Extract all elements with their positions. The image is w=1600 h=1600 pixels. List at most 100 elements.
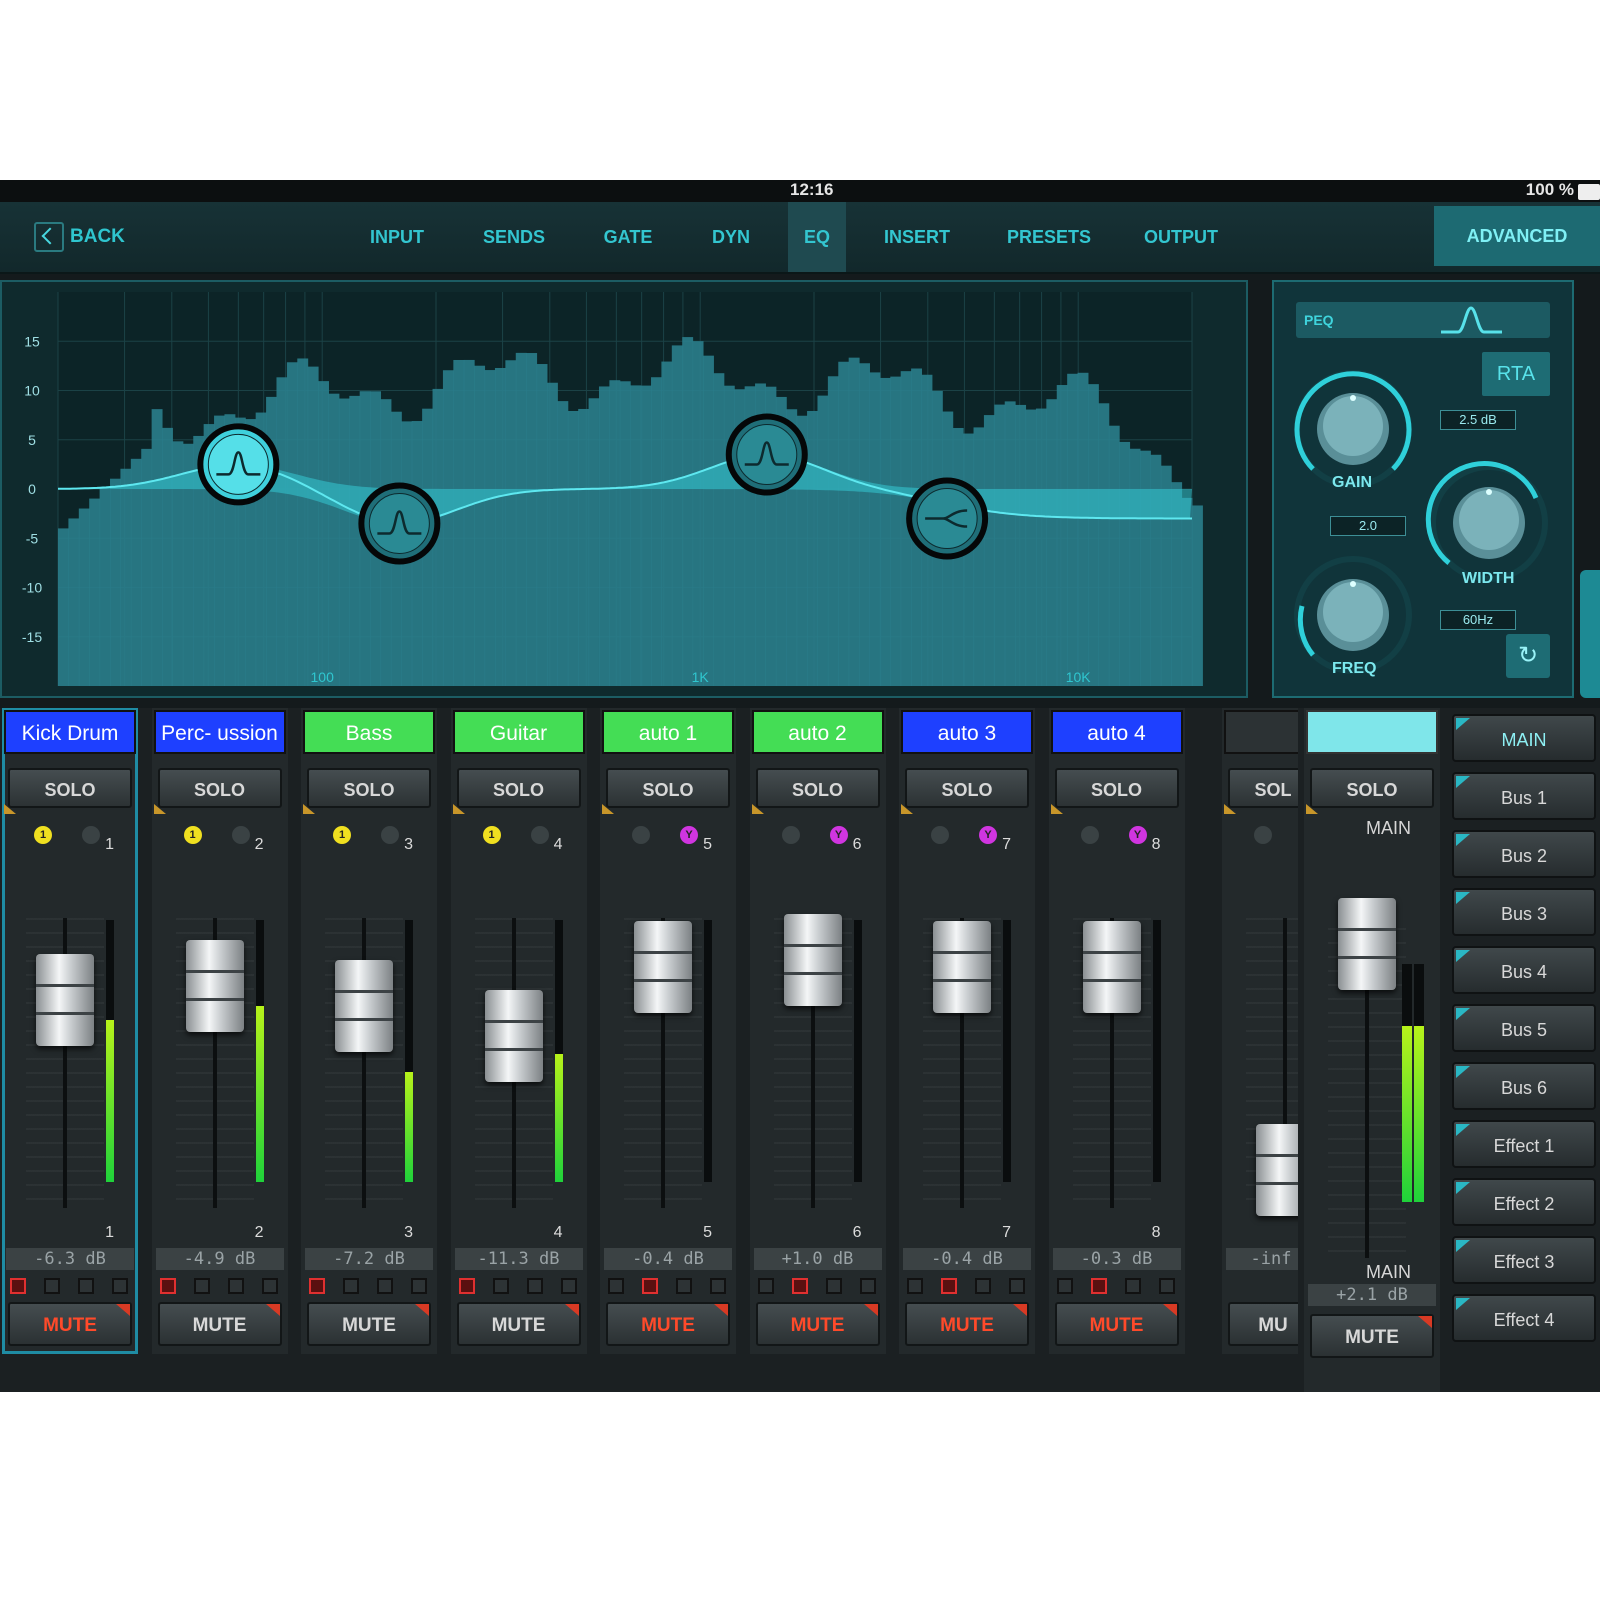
assign-square[interactable] — [343, 1278, 359, 1294]
reset-button[interactable]: ↻ — [1506, 634, 1550, 678]
width-knob[interactable] — [1424, 458, 1554, 588]
bus-button-effect-2[interactable]: Effect 2 — [1452, 1178, 1596, 1226]
assign-square[interactable] — [1158, 1278, 1175, 1294]
fader-cap[interactable] — [484, 990, 543, 1082]
bus-button-effect-4[interactable]: Effect 4 — [1452, 1294, 1596, 1342]
tab-gate[interactable]: GATE — [588, 202, 668, 272]
bus-button-effect-3[interactable]: Effect 3 — [1452, 1236, 1596, 1284]
tab-insert[interactable]: INSERT — [870, 202, 964, 272]
mute-button[interactable]: MUTE — [157, 1302, 282, 1346]
assign-square[interactable] — [1124, 1278, 1141, 1294]
assign-dot[interactable] — [632, 826, 650, 844]
assign-dot-active[interactable]: Y — [1128, 826, 1147, 844]
channel-strip-3[interactable]: Bass SOLO 1 3 3 -7.2 dB MUTE — [301, 708, 437, 1354]
channel-name-button[interactable]: Kick Drum — [4, 710, 136, 754]
fader-track[interactable] — [1228, 858, 1298, 1248]
channel-strip-4[interactable]: Guitar SOLO 1 4 4 -11.3 dB MUTE — [450, 708, 587, 1354]
solo-button[interactable]: SOLO — [606, 768, 730, 808]
fader-cap[interactable] — [1082, 921, 1141, 1013]
fader-track[interactable] — [158, 858, 282, 1248]
assign-dot[interactable] — [82, 826, 100, 844]
freq-value[interactable]: 60Hz — [1440, 610, 1516, 630]
channel-strip-6[interactable]: auto 2 SOLO Y 6 6 +1.0 dB MUTE — [749, 708, 886, 1354]
channel-strip-partial[interactable]: SOL -inf MU — [1222, 708, 1298, 1354]
solo-button[interactable]: SOL — [1228, 768, 1298, 808]
fader-track[interactable] — [1055, 858, 1179, 1248]
solo-button[interactable]: SOLO — [157, 768, 282, 808]
channel-name-button[interactable]: Guitar — [452, 710, 585, 754]
assign-square[interactable] — [193, 1278, 210, 1294]
tab-output[interactable]: OUTPUT — [1130, 202, 1232, 272]
bus-button-bus-5[interactable]: Bus 5 — [1452, 1004, 1596, 1052]
mute-button[interactable]: MU — [1228, 1302, 1298, 1346]
rta-button[interactable]: RTA — [1482, 352, 1550, 396]
channel-name-button[interactable]: auto 2 — [751, 710, 884, 754]
channel-strip-8[interactable]: auto 4 SOLO Y 8 8 -0.3 dB MUTE — [1048, 708, 1185, 1354]
assign-square[interactable] — [458, 1278, 475, 1294]
eq-band-node[interactable] — [725, 413, 808, 496]
tab-sends[interactable]: SENDS — [468, 202, 560, 272]
eq-graph-svg[interactable]: 15 10 5 0 -5 -10 -15 100 1K 10K — [2, 282, 1246, 696]
assign-square[interactable] — [159, 1278, 176, 1294]
main-strip[interactable]: SOLO MAIN MAIN +2.1 dB MUTE — [1304, 708, 1440, 1392]
assign-square[interactable] — [1009, 1278, 1025, 1294]
assign-dot[interactable] — [1080, 826, 1099, 844]
assign-square[interactable] — [941, 1278, 957, 1294]
assign-dot[interactable] — [231, 826, 250, 844]
solo-button[interactable]: SOLO — [8, 768, 132, 808]
channel-name-button[interactable]: auto 3 — [901, 710, 1033, 754]
main-fader-track[interactable] — [1310, 868, 1434, 1288]
assign-square[interactable] — [560, 1278, 577, 1294]
fader-cap[interactable] — [335, 960, 393, 1052]
bus-button-bus-1[interactable]: Bus 1 — [1452, 772, 1596, 820]
channel-name-button[interactable]: Bass — [303, 710, 435, 754]
fader-cap[interactable] — [634, 921, 692, 1013]
mute-button[interactable]: MUTE — [905, 1302, 1029, 1346]
assign-square[interactable] — [309, 1278, 325, 1294]
main-name-button[interactable] — [1306, 710, 1438, 754]
assign-dot-active[interactable]: 1 — [183, 826, 202, 844]
fader-track[interactable] — [756, 858, 880, 1248]
fader-cap[interactable] — [185, 940, 244, 1032]
assign-square[interactable] — [377, 1278, 393, 1294]
eq-band-node[interactable] — [358, 482, 441, 565]
channel-name-button[interactable] — [1224, 710, 1298, 754]
tab-dyn[interactable]: DYN — [696, 202, 766, 272]
eq-mode-selector[interactable]: PEQ — [1296, 302, 1550, 338]
fader-cap[interactable] — [36, 954, 94, 1046]
solo-button[interactable]: SOLO — [307, 768, 431, 808]
solo-button[interactable]: SOLO — [456, 768, 581, 808]
channel-name-button[interactable]: Perc- ussion — [153, 710, 286, 754]
width-value[interactable]: 2.0 — [1330, 516, 1406, 536]
side-drawer-handle[interactable] — [1580, 570, 1600, 698]
assign-square[interactable] — [642, 1278, 658, 1294]
solo-button[interactable]: SOLO — [905, 768, 1029, 808]
eq-graph[interactable]: 15 10 5 0 -5 -10 -15 100 1K 10K — [0, 280, 1248, 698]
back-button[interactable]: BACK — [34, 222, 125, 252]
channel-name-button[interactable]: auto 4 — [1050, 710, 1183, 754]
channel-strip-2[interactable]: Perc- ussion SOLO 1 2 2 -4.9 dB MUTE — [151, 708, 288, 1354]
assign-square[interactable] — [907, 1278, 923, 1294]
assign-dot-active[interactable]: 1 — [34, 826, 52, 844]
assign-dot-active[interactable]: 1 — [333, 826, 351, 844]
bus-button-bus-6[interactable]: Bus 6 — [1452, 1062, 1596, 1110]
mute-button[interactable]: MUTE — [456, 1302, 581, 1346]
solo-button[interactable]: SOLO — [755, 768, 880, 808]
solo-button[interactable]: SOLO — [1054, 768, 1179, 808]
bus-button-bus-4[interactable]: Bus 4 — [1452, 946, 1596, 994]
channel-strip-7[interactable]: auto 3 SOLO Y 7 7 -0.4 dB MUTE — [899, 708, 1035, 1354]
tab-input[interactable]: INPUT — [352, 202, 442, 272]
mute-button[interactable]: MUTE — [8, 1302, 132, 1346]
channel-strip-1[interactable]: Kick Drum SOLO 1 1 1 -6.3 dB MUTE — [2, 708, 138, 1354]
bus-button-bus-2[interactable]: Bus 2 — [1452, 830, 1596, 878]
eq-band-node[interactable] — [906, 477, 989, 560]
mute-button[interactable]: MUTE — [606, 1302, 730, 1346]
eq-band-node[interactable] — [197, 423, 280, 506]
assign-square[interactable] — [710, 1278, 726, 1294]
assign-square[interactable] — [757, 1278, 774, 1294]
mute-button[interactable]: MUTE — [1054, 1302, 1179, 1346]
channel-name-button[interactable]: auto 1 — [602, 710, 734, 754]
mute-button[interactable]: MUTE — [307, 1302, 431, 1346]
assign-dot-active[interactable]: 1 — [482, 826, 501, 844]
assign-dot[interactable] — [781, 826, 800, 844]
